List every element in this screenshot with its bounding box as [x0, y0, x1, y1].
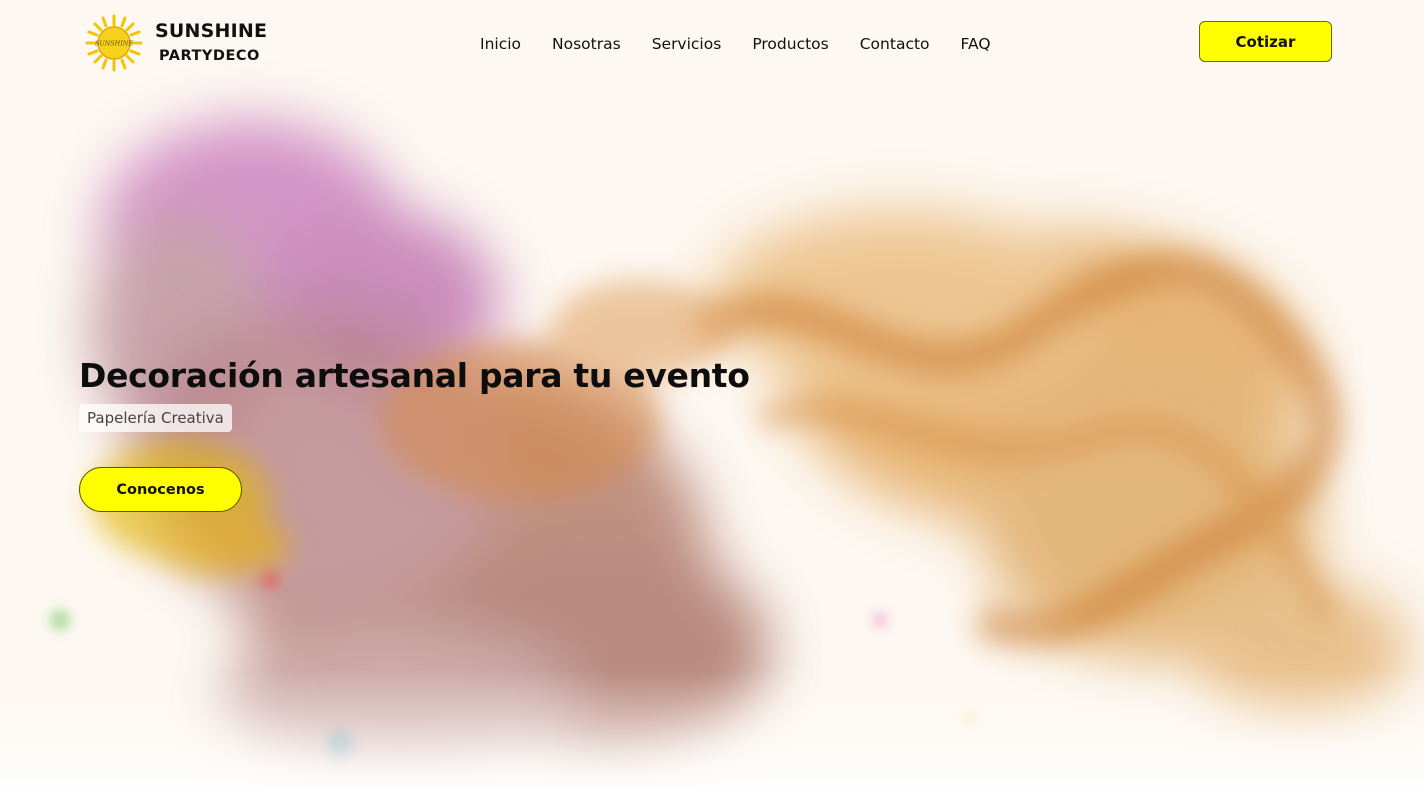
nav-item-contacto[interactable]: Contacto	[860, 33, 930, 55]
logo-text: SUNSHINE	[95, 40, 133, 48]
nav-item-nosotras[interactable]: Nosotras	[552, 33, 621, 55]
nav-item-inicio[interactable]: Inicio	[480, 33, 521, 55]
hero-badge: Papelería Creativa	[79, 404, 232, 432]
nav-item-faq[interactable]: FAQ	[961, 33, 991, 55]
sun-icon: SUNSHINE	[85, 14, 143, 72]
brand-name: SUNSHINE	[155, 20, 268, 42]
site-header: SUNSHINE SUNSHINE PARTYDECO Inicio Nosot…	[0, 0, 1424, 88]
nav-item-productos[interactable]: Productos	[752, 33, 828, 55]
hero-section: Decoración artesanal para tu evento Pape…	[79, 352, 750, 512]
quote-button[interactable]: Cotizar	[1199, 21, 1332, 62]
brand-subtitle: PARTYDECO	[159, 48, 260, 64]
about-us-button[interactable]: Conocenos	[79, 467, 242, 512]
brand-logo[interactable]: SUNSHINE SUNSHINE PARTYDECO	[85, 14, 268, 72]
hero-title: Decoración artesanal para tu evento	[79, 356, 750, 395]
nav-item-servicios[interactable]: Servicios	[652, 33, 722, 55]
main-nav: Inicio Nosotras Servicios Productos Cont…	[480, 33, 991, 55]
